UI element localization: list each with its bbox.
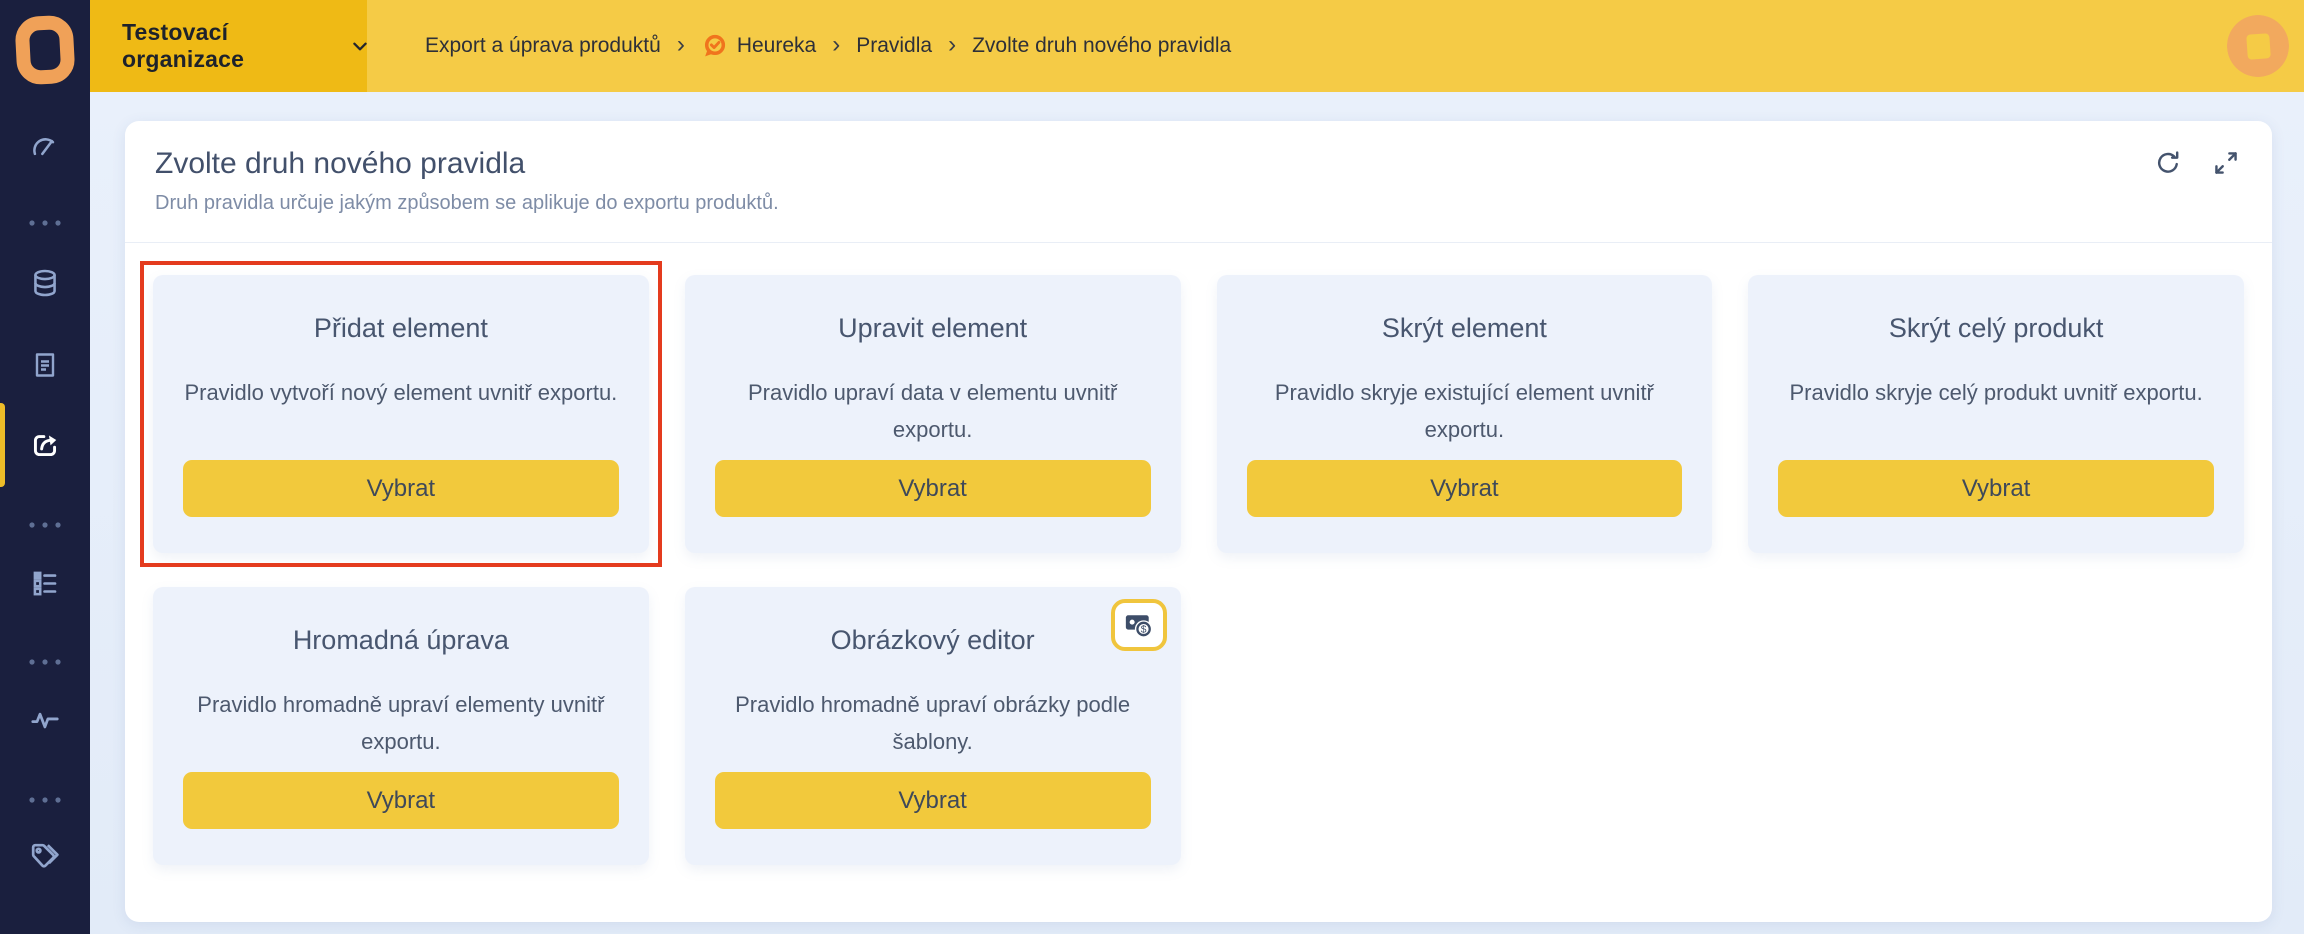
vybrat-button-skryt-cely-produkt[interactable]: Vybrat (1778, 460, 2214, 517)
card-description: Pravidlo skryje celý produkt uvnitř expo… (1789, 374, 2202, 411)
refresh-button[interactable] (2152, 147, 2184, 179)
breadcrumb-label: Heureka (737, 34, 816, 58)
card-upravit-element: Upravit element Pravidlo upraví data v e… (685, 275, 1181, 553)
card-title: Skrýt element (1382, 313, 1547, 344)
card-description: Pravidlo skryje existující element uvnit… (1247, 374, 1683, 448)
breadcrumb-separator: › (948, 33, 956, 60)
share-icon (27, 427, 63, 463)
pulse-icon (27, 703, 63, 737)
database-icon (28, 266, 62, 300)
card-pridat-element: Přidat element Pravidlo vytvoří nový ele… (153, 275, 649, 553)
paid-feature-badge: $ (1111, 599, 1167, 651)
card-title: Skrýt celý produkt (1889, 313, 2104, 344)
ellipsis-icon (28, 219, 62, 227)
avatar[interactable] (2227, 15, 2289, 77)
breadcrumb-item-export[interactable]: Export a úprava produktů (425, 34, 661, 58)
card-skryt-cely-produkt: Skrýt celý produkt Pravidlo skryje celý … (1748, 275, 2244, 553)
panel-header: Zvolte druh nového pravidla Druh pravidl… (125, 121, 2272, 243)
card-skryt-element: Skrýt element Pravidlo skryje existující… (1217, 275, 1713, 553)
page-content: Zvolte druh nového pravidla Druh pravidl… (90, 92, 2304, 934)
document-icon (29, 348, 61, 382)
ellipsis-icon (28, 658, 62, 666)
breadcrumb-label: Pravidla (856, 34, 932, 58)
sidebar-item-export[interactable] (0, 423, 90, 467)
expand-button[interactable] (2210, 147, 2242, 179)
tags-icon (27, 839, 63, 875)
card-hromadna-uprava: Hromadná úprava Pravidlo hromadně upraví… (153, 587, 649, 865)
main-area: Testovací organizace Export a úprava pro… (90, 0, 2304, 934)
expand-icon (2211, 148, 2241, 178)
card-title: Obrázkový editor (831, 625, 1035, 656)
heureka-icon (701, 33, 728, 60)
card-title: Přidat element (314, 313, 488, 344)
sidebar-item-more-4[interactable] (0, 778, 90, 822)
breadcrumb-separator: › (832, 33, 840, 60)
sidebar-item-activity[interactable] (0, 698, 90, 742)
app-logo[interactable] (0, 10, 90, 90)
card-description: Pravidlo hromadně upraví elementy uvnitř… (183, 686, 619, 760)
card-description: Pravidlo hromadně upraví obrázky podle š… (715, 686, 1151, 760)
card-description: Pravidlo upraví data v elementu uvnitř e… (715, 374, 1151, 448)
page-subtitle: Druh pravidla určuje jakým způsobem se a… (155, 192, 2242, 215)
breadcrumb-item-heureka[interactable]: Heureka (701, 33, 816, 60)
card-description: Pravidlo vytvoří nový element uvnitř exp… (184, 374, 617, 411)
chevron-down-icon (353, 42, 367, 51)
panel-actions (2152, 147, 2242, 179)
app-window: Testovací organizace Export a úprava pro… (0, 0, 2304, 934)
topbar: Testovací organizace Export a úprava pro… (90, 0, 2304, 92)
vybrat-button-skryt-element[interactable]: Vybrat (1247, 460, 1683, 517)
sidebar-item-more-1[interactable] (0, 201, 90, 245)
breadcrumb-separator: › (677, 33, 685, 60)
rule-card-grid: Přidat element Pravidlo vytvoří nový ele… (153, 275, 2244, 865)
page-title: Zvolte druh nového pravidla (155, 147, 2242, 181)
sidebar-item-rules-list[interactable] (0, 561, 90, 605)
card-title: Hromadná úprava (293, 625, 509, 656)
organization-name: Testovací organizace (122, 19, 341, 73)
panel-body: Přidat element Pravidlo vytvoří nový ele… (125, 243, 2272, 865)
sidebar-item-tags[interactable] (0, 835, 90, 879)
sidebar-item-more-3[interactable] (0, 640, 90, 684)
sidebar-item-more-2[interactable] (0, 503, 90, 547)
vybrat-button-pridat-element[interactable]: Vybrat (183, 460, 619, 517)
refresh-icon (2153, 148, 2183, 178)
vybrat-button-upravit-element[interactable]: Vybrat (715, 460, 1151, 517)
vybrat-button-hromadna-uprava[interactable]: Vybrat (183, 772, 619, 829)
sidebar (0, 0, 90, 934)
breadcrumb-item-current: Zvolte druh nového pravidla (972, 34, 1231, 58)
card-title: Upravit element (838, 313, 1027, 344)
sidebar-item-dashboard[interactable] (0, 126, 90, 170)
breadcrumb-item-pravidla[interactable]: Pravidla (856, 34, 932, 58)
vybrat-button-obrazkovy-editor[interactable]: Vybrat (715, 772, 1151, 829)
svg-text:$: $ (1140, 625, 1146, 636)
sidebar-item-documents[interactable] (0, 343, 90, 387)
breadcrumb-label: Zvolte druh nového pravidla (972, 34, 1231, 58)
app-logo-icon (15, 14, 75, 86)
selection-highlight (140, 261, 662, 567)
money-icon: $ (1123, 610, 1155, 640)
organization-switcher[interactable]: Testovací organizace (90, 0, 367, 92)
org-logo-avatar-icon (2227, 15, 2289, 77)
sidebar-item-data[interactable] (0, 261, 90, 305)
ellipsis-icon (28, 521, 62, 529)
breadcrumb-label: Export a úprava produktů (425, 34, 661, 58)
checklist-icon (28, 566, 62, 600)
breadcrumb: Export a úprava produktů › Heureka › Pra… (425, 0, 1231, 92)
gauge-icon (28, 131, 62, 165)
ellipsis-icon (28, 796, 62, 804)
rule-type-panel: Zvolte druh nového pravidla Druh pravidl… (125, 121, 2272, 922)
card-obrazkovy-editor: $ Obrázkový editor Pravidlo hromadně upr… (685, 587, 1181, 865)
